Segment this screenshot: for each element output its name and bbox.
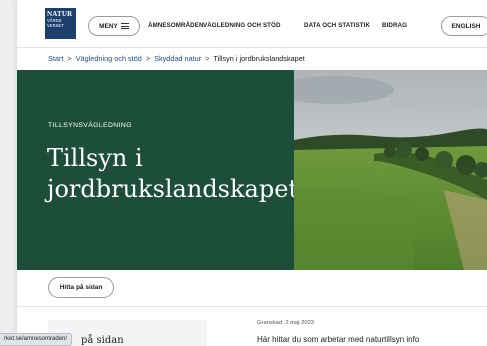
section-divider — [17, 306, 487, 307]
logo-line-1: NATUR — [47, 10, 73, 18]
find-on-page-button[interactable]: Hitta på sidan — [48, 277, 114, 298]
breadcrumb-start[interactable]: Start — [48, 54, 63, 63]
english-label: ENGLISH — [451, 22, 481, 30]
article-intro: Här hittar du som arbetar med naturtills… — [257, 335, 420, 344]
logo-line-3: VERKET — [47, 23, 64, 28]
nav-bidrag[interactable]: BIDRAG — [382, 22, 407, 29]
naturvardsverket-logo[interactable]: NATUR VÅRDS VERKET — [45, 8, 76, 39]
breadcrumb: Start > Vägledning och stöd > Skyddad na… — [48, 54, 305, 63]
nav-amnesomraden[interactable]: ÄMNESOMRÅDEN — [148, 22, 204, 29]
nav-vagledning[interactable]: VÄGLEDNING OCH STÖD — [203, 22, 281, 29]
hero-kicker: TILLSYNSVÄGLEDNING — [48, 122, 132, 129]
hero-banner: TILLSYNSVÄGLEDNING Tillsyn i jordbruksla… — [17, 70, 487, 270]
breadcrumb-skyddad-natur[interactable]: Skyddad natur — [154, 54, 201, 63]
find-on-page-label: Hitta på sidan — [59, 284, 103, 291]
breadcrumb-current: Tillsyn i jordbrukslandskapet — [213, 54, 305, 63]
site-header: NATUR VÅRDS VERKET MENY ÄMNESOMRÅDEN VÄG… — [17, 0, 487, 48]
menu-label: MENY — [99, 22, 118, 30]
page: NATUR VÅRDS VERKET MENY ÄMNESOMRÅDEN VÄG… — [17, 0, 487, 346]
menu-button[interactable]: MENY — [88, 16, 140, 36]
breadcrumb-separator: > — [67, 54, 72, 63]
hero-landscape-image — [294, 70, 487, 270]
breadcrumb-vagledning[interactable]: Vägledning och stöd — [76, 54, 142, 63]
review-date: Granskad: 2 maj 2023 — [257, 320, 315, 326]
english-button[interactable]: ENGLISH — [441, 16, 487, 36]
breadcrumb-separator: > — [205, 54, 210, 63]
breadcrumb-separator: > — [145, 54, 151, 63]
hero-text-panel: TILLSYNSVÄGLEDNING Tillsyn i jordbruksla… — [17, 70, 299, 270]
page-title: Tillsyn i jordbrukslandskapet — [47, 144, 299, 203]
nav-data-statistik[interactable]: DATA OCH STATISTIK — [304, 22, 370, 29]
hamburger-icon — [120, 23, 129, 29]
toc-heading: på sidan — [81, 335, 124, 346]
status-bar-url: rket.se/amnesomraden/ — [0, 333, 73, 346]
